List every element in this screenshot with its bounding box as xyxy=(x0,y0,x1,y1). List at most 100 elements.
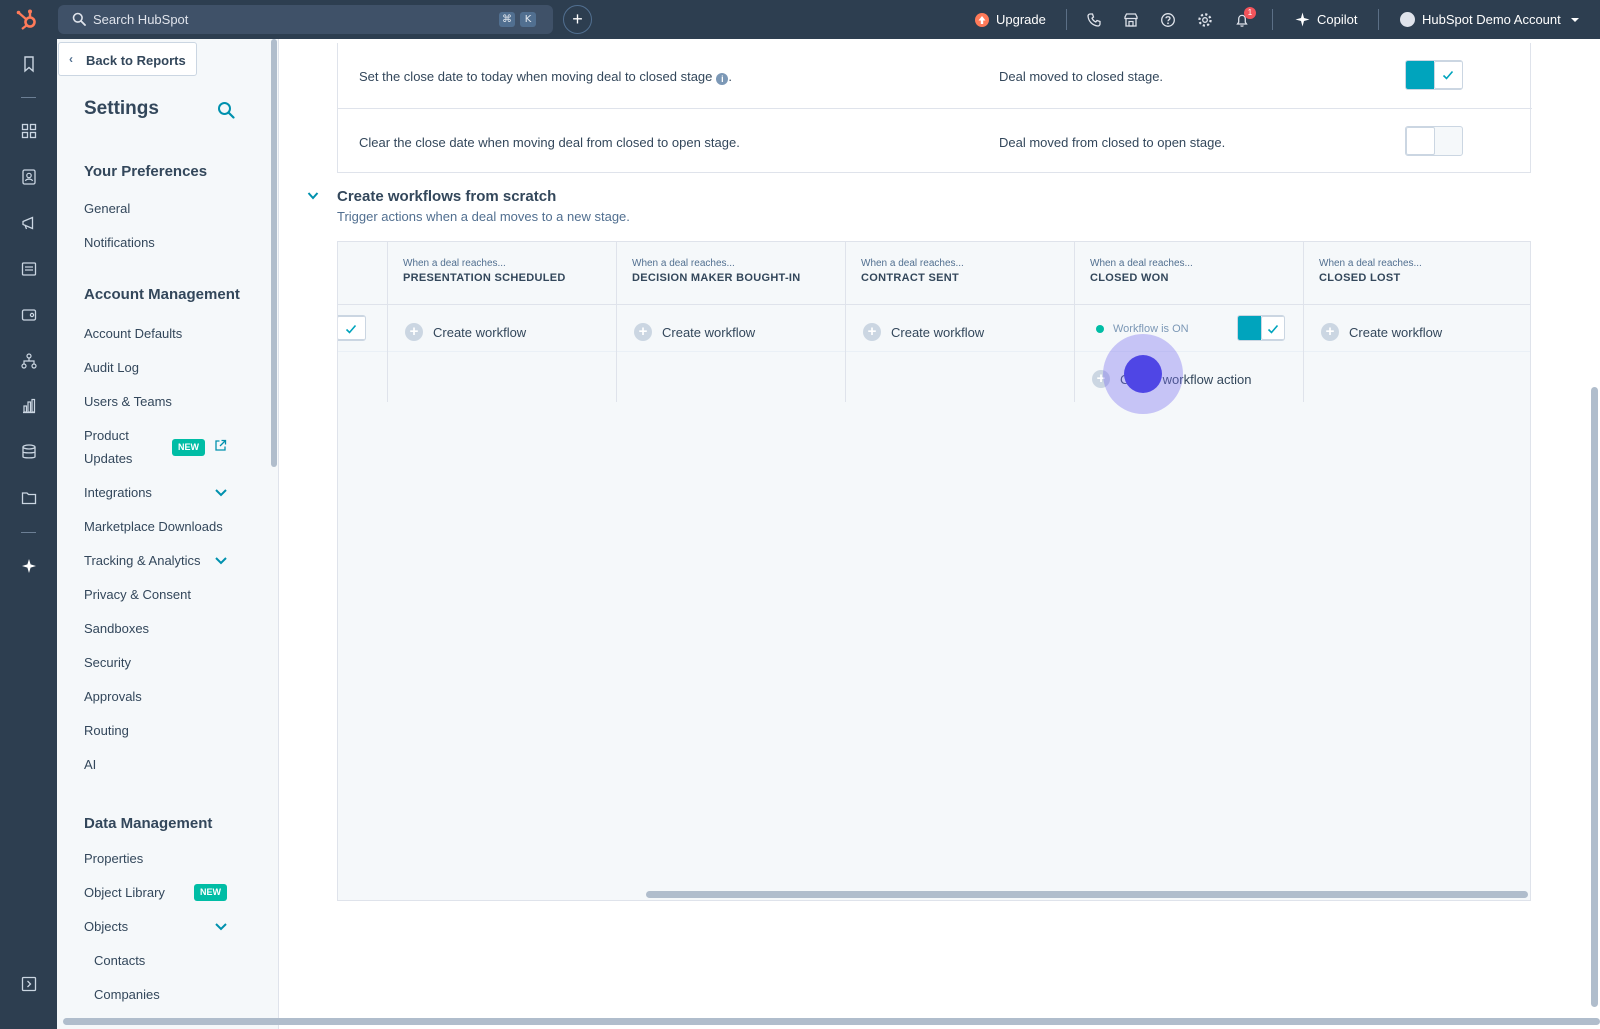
shortcut-key-command: ⌘ xyxy=(499,12,515,27)
automation-row: Clear the close date when moving deal fr… xyxy=(338,108,1532,172)
workflow-status-label: Workflow is ON xyxy=(1113,323,1189,335)
nav-item-properties[interactable]: Properties xyxy=(84,851,143,866)
automation-icon[interactable] xyxy=(20,352,38,370)
automation-trigger: Deal moved to closed stage. xyxy=(999,69,1164,84)
nav-item-contacts[interactable]: Contacts xyxy=(94,953,145,968)
account-menu[interactable]: HubSpot Demo Account xyxy=(1400,0,1580,39)
section-subtitle: Trigger actions when a deal moves to a n… xyxy=(337,209,630,224)
top-navigation-bar: Search HubSpot ⌘ K + Upgrade 1 Copilot H… xyxy=(0,0,1600,39)
chevron-down-icon[interactable] xyxy=(214,922,228,932)
nav-item-sandboxes[interactable]: Sandboxes xyxy=(84,621,149,636)
rail-divider xyxy=(21,97,36,98)
nav-item-privacy-consent[interactable]: Privacy & Consent xyxy=(84,587,191,602)
help-icon[interactable] xyxy=(1160,12,1176,28)
nav-item-routing[interactable]: Routing xyxy=(84,723,129,738)
plus-icon: + xyxy=(572,9,583,29)
topbar-divider xyxy=(1066,9,1067,30)
nav-item-product-updates[interactable]: Product xyxy=(84,428,129,443)
stage-prefix: When a deal reaches... xyxy=(403,258,506,269)
plus-circle-icon: + xyxy=(1321,323,1339,341)
create-workflow-button[interactable]: + Create workflow xyxy=(863,323,984,341)
sidebar-scrollbar[interactable] xyxy=(271,39,277,467)
toggle-knob xyxy=(1434,61,1462,89)
topbar-divider xyxy=(1272,9,1273,30)
nav-item-companies[interactable]: Companies xyxy=(94,987,160,1002)
automation-description: Clear the close date when moving deal fr… xyxy=(359,135,740,150)
nav-item-security[interactable]: Security xyxy=(84,655,131,670)
caret-down-icon xyxy=(1570,17,1579,22)
copilot-label: Copilot xyxy=(1317,12,1358,27)
reports-icon[interactable] xyxy=(20,397,38,415)
nav-item-objects[interactable]: Objects xyxy=(84,919,128,934)
chevron-down-icon[interactable] xyxy=(214,488,228,498)
nav-item-integrations[interactable]: Integrations xyxy=(84,485,152,500)
section-title: Create workflows from scratch xyxy=(337,188,557,205)
click-indicator-dot xyxy=(1124,355,1162,393)
workflow-toggle[interactable] xyxy=(1237,315,1285,341)
bookmark-icon[interactable] xyxy=(20,55,38,73)
nav-item-account-defaults[interactable]: Account Defaults xyxy=(84,326,182,341)
grid-icon[interactable] xyxy=(20,122,38,140)
nav-item-product-updates-line2[interactable]: Updates xyxy=(84,451,132,466)
megaphone-icon[interactable] xyxy=(20,214,38,232)
nav-item-notifications[interactable]: Notifications xyxy=(84,235,155,250)
create-workflow-button[interactable]: + Create workflow xyxy=(405,323,526,341)
upgrade-label: Upgrade xyxy=(996,12,1046,27)
stage-prefix: When a deal reaches... xyxy=(632,258,735,269)
nav-item-tracking-analytics[interactable]: Tracking & Analytics xyxy=(84,553,201,568)
stage-column: When a deal reaches... DECISION MAKER BO… xyxy=(616,242,845,402)
page-vertical-scrollbar[interactable] xyxy=(1591,387,1598,1007)
automation-description: Set the close date to today when moving … xyxy=(359,69,732,85)
create-workflow-label: Create workflow xyxy=(433,324,527,340)
board-horizontal-scrollbar[interactable] xyxy=(646,891,1528,898)
nav-item-general[interactable]: General xyxy=(84,201,130,216)
sparkle-icon[interactable] xyxy=(20,557,38,575)
search-icon[interactable] xyxy=(217,101,235,119)
create-workflow-button[interactable]: + Create workflow xyxy=(1321,323,1442,341)
clear-close-date-toggle[interactable] xyxy=(1405,126,1463,156)
nav-item-audit-log[interactable]: Audit Log xyxy=(84,360,139,375)
create-workflow-button[interactable]: + Create workflow xyxy=(634,323,755,341)
settings-gear-icon[interactable] xyxy=(1197,12,1213,28)
phone-icon[interactable] xyxy=(1086,12,1102,28)
chevron-down-icon[interactable] xyxy=(214,556,228,566)
nav-item-approvals[interactable]: Approvals xyxy=(84,689,142,704)
workflow-toggle[interactable] xyxy=(338,315,366,341)
nav-item-object-library[interactable]: Object Library xyxy=(84,885,165,900)
new-badge: NEW xyxy=(172,439,205,456)
plus-circle-icon: + xyxy=(634,323,652,341)
expand-sidebar-icon[interactable] xyxy=(20,975,38,993)
create-new-button[interactable]: + xyxy=(563,5,592,34)
database-icon[interactable] xyxy=(20,443,38,461)
stage-name: CONTRACT SENT xyxy=(861,272,960,284)
contacts-icon[interactable] xyxy=(20,168,38,186)
folder-icon[interactable] xyxy=(20,489,38,507)
global-search-input[interactable]: Search HubSpot ⌘ K xyxy=(58,5,553,34)
nav-item-users-teams[interactable]: Users & Teams xyxy=(84,394,172,409)
primary-navigation-rail xyxy=(0,39,57,1029)
marketplace-icon[interactable] xyxy=(1123,12,1139,28)
toggle-knob xyxy=(1406,127,1435,155)
commerce-icon[interactable] xyxy=(20,306,38,324)
nav-item-marketplace-downloads[interactable]: Marketplace Downloads xyxy=(84,519,223,534)
copilot-button[interactable]: Copilot xyxy=(1295,0,1357,39)
create-workflow-label: Create workflow xyxy=(662,324,756,340)
hubspot-logo-icon[interactable] xyxy=(14,7,40,33)
upgrade-button[interactable]: Upgrade xyxy=(975,0,1046,39)
settings-sidebar: ‹ Back to Reports Settings Your Preferen… xyxy=(57,39,279,1029)
toggle-fill xyxy=(1406,61,1434,89)
stage-name: PRESENTATION SCHEDULED xyxy=(403,272,566,284)
content-icon[interactable] xyxy=(20,260,38,278)
close-date-toggle[interactable] xyxy=(1405,60,1463,90)
nav-item-ai[interactable]: AI xyxy=(84,757,96,772)
check-icon xyxy=(1267,324,1279,334)
back-to-reports-button[interactable]: ‹ Back to Reports xyxy=(58,42,197,76)
chevron-down-icon[interactable] xyxy=(307,191,319,201)
stage-prefix: When a deal reaches... xyxy=(1090,258,1193,269)
chevron-left-icon: ‹ xyxy=(69,52,73,66)
stage-name: CLOSED WON xyxy=(1090,272,1169,284)
page-horizontal-scrollbar[interactable] xyxy=(63,1018,1600,1025)
deal-automation-card: Set the close date to today when moving … xyxy=(337,43,1532,173)
info-icon[interactable]: i xyxy=(716,73,729,85)
toggle-fill xyxy=(1238,316,1261,340)
